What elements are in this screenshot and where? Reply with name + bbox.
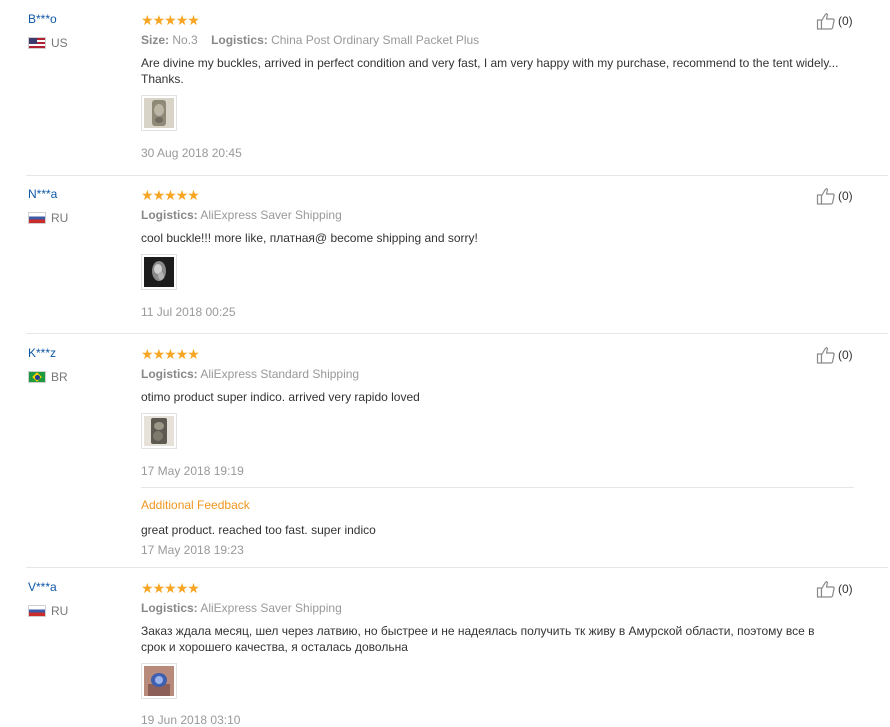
star-rating: ★ ★ ★ ★ ★: [141, 346, 200, 362]
logistics-label: Logistics:: [211, 33, 268, 47]
reviewer-country: US: [28, 36, 68, 50]
star-rating: ★ ★ ★ ★ ★: [141, 12, 200, 28]
star-icon: ★: [152, 187, 166, 203]
logistics-label: Logistics:: [141, 367, 198, 381]
thumbs-up-icon: [816, 186, 836, 206]
reviewer-name[interactable]: V***a: [28, 580, 57, 594]
review-photo[interactable]: [141, 95, 177, 131]
reviewer-name[interactable]: B***o: [28, 12, 57, 26]
country-code: BR: [51, 370, 68, 384]
logistics-value: AliExpress Standard Shipping: [200, 367, 360, 381]
additional-feedback-title: Additional Feedback: [141, 498, 250, 512]
country-code: RU: [51, 604, 69, 618]
review-date: 11 Jul 2018 00:25: [141, 305, 236, 319]
order-info: Logistics: AliExpress Saver Shipping: [141, 208, 342, 222]
order-info: Logistics: AliExpress Standard Shipping: [141, 367, 359, 381]
helpful-count: (0): [838, 189, 853, 203]
star-icon: ★: [141, 12, 154, 28]
reviewer-country: BR: [28, 370, 68, 384]
star-icon: ★: [164, 12, 177, 28]
helpful-count: (0): [838, 348, 853, 362]
order-info: Logistics: AliExpress Saver Shipping: [141, 601, 342, 615]
country-code: US: [51, 36, 68, 50]
star-icon: ★: [164, 187, 177, 203]
star-icon: ★: [187, 580, 200, 596]
star-icon: ★: [141, 580, 154, 596]
star-icon: ★: [175, 346, 189, 362]
logistics-value: AliExpress Saver Shipping: [200, 208, 342, 222]
review-date: 19 Jun 2018 03:10: [141, 713, 241, 727]
star-icon: ★: [175, 12, 189, 28]
logistics-value: AliExpress Saver Shipping: [200, 601, 342, 615]
logistics-label: Logistics:: [141, 208, 198, 222]
review-text: Are divine my buckles, arrived in perfec…: [141, 56, 839, 86]
star-icon: ★: [141, 187, 154, 203]
additional-feedback-date: 17 May 2018 19:23: [141, 543, 244, 557]
divider: [26, 567, 888, 568]
divider: [141, 487, 854, 488]
review-photo[interactable]: [141, 254, 177, 290]
reviewer-country: RU: [28, 604, 68, 618]
divider: [26, 175, 888, 176]
photo-thumbnail: [144, 416, 174, 446]
divider: [26, 333, 888, 334]
star-icon: ★: [152, 12, 166, 28]
star-icon: ★: [164, 580, 177, 596]
reviewer-country: RU: [28, 211, 68, 225]
star-icon: ★: [175, 580, 189, 596]
photo-thumbnail: [144, 666, 174, 696]
helpful-count: (0): [838, 582, 853, 596]
country-code: RU: [51, 211, 69, 225]
logistics-value: China Post Ordinary Small Packet Plus: [271, 33, 480, 47]
thumbs-up-icon: [816, 345, 836, 365]
review-text: cool buckle!!! more like, платная@ becom…: [141, 231, 478, 245]
star-icon: ★: [152, 580, 166, 596]
order-info: Size: No.3 Logistics: China Post Ordinar…: [141, 33, 479, 47]
ru-flag-icon: [28, 605, 46, 617]
reviewer-name[interactable]: K***z: [28, 346, 56, 360]
review-date: 30 Aug 2018 20:45: [141, 146, 242, 160]
review-text: Заказ ждала месяц, шел через латвию, но …: [141, 624, 815, 654]
helpful-button[interactable]: (0): [816, 345, 853, 365]
photo-thumbnail: [144, 257, 174, 287]
star-icon: ★: [141, 346, 154, 362]
ru-flag-icon: [28, 212, 46, 224]
star-rating: ★ ★ ★ ★ ★: [141, 187, 200, 203]
helpful-button[interactable]: (0): [816, 186, 853, 206]
star-icon: ★: [187, 187, 200, 203]
additional-feedback-text: great product. reached too fast. super i…: [141, 523, 376, 537]
star-icon: ★: [164, 346, 177, 362]
star-icon: ★: [187, 346, 200, 362]
review-photo[interactable]: [141, 413, 177, 449]
star-icon: ★: [152, 346, 166, 362]
us-flag-icon: [28, 37, 46, 49]
size-label: Size:: [141, 33, 170, 47]
br-flag-icon: [28, 371, 46, 383]
star-icon: ★: [175, 187, 189, 203]
star-icon: ★: [187, 12, 200, 28]
reviewer-name[interactable]: N***a: [28, 187, 57, 201]
photo-thumbnail: [144, 98, 174, 128]
review-text: otimo product super indico. arrived very…: [141, 390, 420, 404]
helpful-button[interactable]: (0): [816, 11, 853, 31]
helpful-count: (0): [838, 14, 853, 28]
thumbs-up-icon: [816, 579, 836, 599]
size-value: No.3: [172, 33, 198, 47]
review-date: 17 May 2018 19:19: [141, 464, 244, 478]
thumbs-up-icon: [816, 11, 836, 31]
helpful-button[interactable]: (0): [816, 579, 853, 599]
review-photo[interactable]: [141, 663, 177, 699]
logistics-label: Logistics:: [141, 601, 198, 615]
star-rating: ★ ★ ★ ★ ★: [141, 580, 200, 596]
